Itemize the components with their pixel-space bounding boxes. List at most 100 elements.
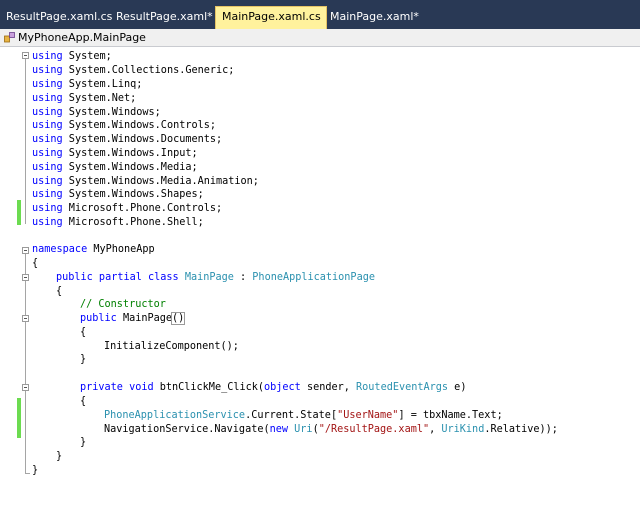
outline-guide: [25, 473, 30, 474]
code-line: {: [32, 257, 38, 271]
code-line: using System.Windows.Controls;: [32, 119, 216, 133]
code-token: }: [80, 354, 87, 365]
class-dropdown[interactable]: MyPhoneApp.MainPage: [18, 30, 146, 45]
code-token: using: [32, 217, 63, 228]
tab-label: ResultPage.xaml*: [116, 10, 213, 23]
code-line: NavigationService.Navigate(new Uri("/Res…: [104, 423, 558, 437]
code-token: using: [32, 148, 63, 159]
code-token: System.Windows.Shapes;: [62, 189, 204, 200]
code-token: using: [32, 134, 63, 145]
code-token: NavigationService.Navigate(: [104, 424, 270, 435]
tab-mainpage-xaml-cs[interactable]: MainPage.xaml.cs ✕: [215, 6, 337, 29]
change-marker: [17, 200, 21, 225]
code-token: MainPage: [116, 313, 173, 324]
collapse-icon[interactable]: [22, 52, 29, 59]
code-token: "/ResultPage.xaml": [318, 424, 430, 435]
collapse-icon[interactable]: [22, 384, 29, 391]
code-token: .Relative));: [484, 424, 558, 435]
code-token: public partial class: [56, 272, 179, 283]
code-line: using Microsoft.Phone.Controls;: [32, 202, 222, 216]
code-line: }: [80, 353, 86, 367]
code-line: PhoneApplicationService.Current.State["U…: [104, 409, 503, 423]
code-line: using System.Windows.Media.Animation;: [32, 175, 259, 189]
code-token: }: [80, 437, 87, 448]
code-token: using: [32, 51, 63, 62]
code-line: using System.Linq;: [32, 78, 142, 92]
code-token: {: [80, 396, 87, 407]
code-token: Microsoft.Phone.Shell;: [62, 217, 204, 228]
tab-label: MainPage.xaml*: [330, 10, 419, 23]
code-line: namespace MyPhoneApp: [32, 243, 155, 257]
code-token: .Current.State[: [245, 410, 338, 421]
code-line: private void btnClickMe_Click(object sen…: [80, 381, 466, 395]
outline-guide: [25, 251, 26, 474]
code-token: PhoneApplicationService: [104, 410, 246, 421]
code-token: sender,: [300, 382, 357, 393]
code-token: System.Windows.Controls;: [62, 120, 217, 131]
code-line: {: [80, 395, 86, 409]
code-token: btnClickMe_Click(: [153, 382, 265, 393]
code-token: MyPhoneApp: [87, 244, 155, 255]
code-token: System.Windows;: [62, 107, 161, 118]
code-line: using System;: [32, 50, 112, 64]
code-token: object: [264, 382, 301, 393]
code-token: {: [80, 327, 87, 338]
code-token: using: [32, 107, 63, 118]
code-line: {: [80, 326, 86, 340]
code-token: using: [32, 203, 63, 214]
change-marker: [17, 398, 21, 438]
code-token: new: [269, 424, 289, 435]
type-navigation-bar: MyPhoneApp.MainPage: [0, 29, 640, 47]
code-token: (): [170, 312, 186, 325]
code-token: "UserName": [337, 410, 399, 421]
code-line: }: [32, 464, 38, 478]
code-token: // Constructor: [80, 299, 166, 310]
code-token: System.Windows.Documents;: [62, 134, 223, 145]
code-token: using: [32, 79, 63, 90]
code-editor[interactable]: using System; using System.Collections.G…: [0, 47, 640, 527]
tab-resultpage-xaml[interactable]: ResultPage.xaml*: [110, 7, 219, 29]
code-line: using System.Windows;: [32, 106, 161, 120]
code-line: {: [56, 285, 62, 299]
code-token: System;: [62, 51, 112, 62]
code-line: using System.Windows.Shapes;: [32, 188, 204, 202]
code-token: using: [32, 162, 63, 173]
code-token: private void: [80, 382, 154, 393]
collapse-icon[interactable]: [22, 315, 29, 322]
code-line: using System.Windows.Documents;: [32, 133, 222, 147]
code-token: System.Linq;: [62, 79, 143, 90]
tab-mainpage-xaml[interactable]: MainPage.xaml*: [324, 7, 425, 29]
code-line: using System.Windows.Input;: [32, 147, 198, 161]
code-token: UriKind: [441, 424, 485, 435]
code-line: public MainPage(): [80, 312, 186, 326]
code-token: ] = tbxName.Text;: [398, 410, 503, 421]
code-token: using: [32, 65, 63, 76]
code-token: Microsoft.Phone.Controls;: [62, 203, 223, 214]
code-token: using: [32, 120, 63, 131]
code-token: }: [56, 451, 63, 462]
code-token: using: [32, 93, 63, 104]
code-token: public: [80, 313, 117, 324]
code-token: namespace: [32, 244, 88, 255]
code-token: {: [32, 258, 39, 269]
collapse-icon[interactable]: [22, 247, 29, 254]
code-line: InitializeComponent();: [104, 340, 239, 354]
code-token: System.Windows.Input;: [62, 148, 198, 159]
tab-label: ResultPage.xaml.cs: [6, 10, 113, 23]
tab-resultpage-xaml-cs[interactable]: ResultPage.xaml.cs: [0, 7, 118, 29]
code-token: :: [233, 272, 253, 283]
code-token: System.Windows.Media.Animation;: [62, 176, 259, 187]
code-line: }: [56, 450, 62, 464]
code-line: using System.Net;: [32, 92, 136, 106]
document-tab-bar: ResultPage.xaml.cs ResultPage.xaml* Main…: [0, 0, 640, 29]
code-token: ,: [429, 424, 442, 435]
code-line: // Constructor: [80, 298, 166, 312]
code-token: using: [32, 176, 63, 187]
code-token: InitializeComponent();: [104, 341, 239, 352]
code-token: System.Windows.Media;: [62, 162, 198, 173]
code-token: Uri: [288, 424, 313, 435]
code-line: }: [80, 436, 86, 450]
code-token: {: [56, 286, 63, 297]
collapse-icon[interactable]: [22, 274, 29, 281]
code-line: using System.Windows.Media;: [32, 161, 198, 175]
